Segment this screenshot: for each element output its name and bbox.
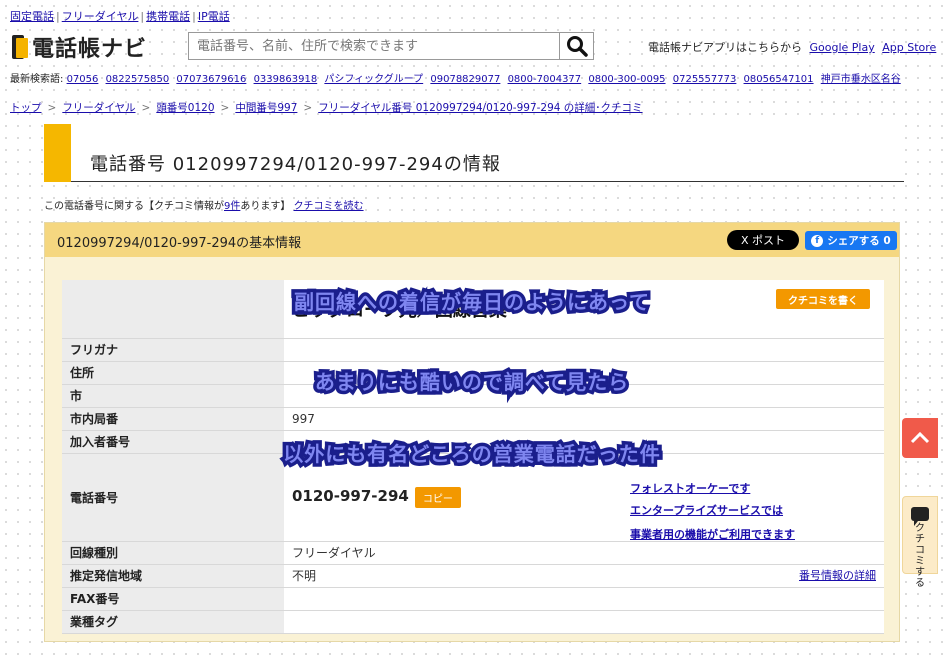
nav-separator: | (192, 10, 196, 23)
read-reviews-link[interactable]: クチコミを読む (294, 201, 364, 212)
nav-separator: | (56, 10, 60, 23)
table-row: FAX番号 (62, 587, 884, 611)
floating-review-label: クチコミする (915, 523, 925, 589)
table-row: 回線種別 フリーダイヤル (62, 541, 884, 565)
overlay-caption-line-3: 以外にも有名どころの営業電話だった件 (280, 439, 663, 470)
nav-separator: | (140, 10, 145, 23)
search-box (188, 32, 560, 60)
breadcrumb-current[interactable]: フリーダイヤル番号 0120997294/0120-997-294 の詳細･クチ… (318, 102, 642, 114)
recent-search-link[interactable]: パシフィックグループ (324, 74, 423, 85)
top-nav: 固定電話 | フリーダイヤル | 携帯電話 | IP電話 (10, 8, 230, 24)
app-download-text: 電話帳ナビアプリはこちらから (648, 41, 802, 54)
breadcrumb-prefix[interactable]: 頭番号0120 (156, 102, 214, 114)
line-type-label: 回線種別 (62, 541, 284, 565)
recent-searches-label: 最新検索語: (10, 74, 64, 85)
exchange-value: 997 (284, 407, 884, 431)
nav-mobile-link[interactable]: 携帯電話 (146, 10, 190, 23)
logo-text: 電話帳ナビ (32, 37, 148, 62)
site-logo[interactable]: 電話帳ナビ (12, 33, 148, 62)
title-accent-bar (44, 124, 71, 182)
table-row: 推定発信地域 不明 番号情報の詳細 (62, 564, 884, 588)
breadcrumb-separator: > (141, 102, 151, 114)
breadcrumb-separator: > (47, 102, 57, 114)
fax-label: FAX番号 (62, 587, 284, 611)
overlay-caption-line-1: 副回線への着信が毎日のようにあって (291, 287, 653, 318)
review-note-text: この電話番号に関する【クチコミ情報が (44, 201, 224, 212)
enterprise-link-2[interactable]: エンタープライズサービスでは (630, 502, 783, 518)
app-store-link[interactable]: App Store (882, 41, 936, 54)
line-type-value: フリーダイヤル (284, 541, 884, 565)
industry-label: 業種タグ (62, 610, 284, 634)
breadcrumb-middle[interactable]: 中間番号997 (235, 102, 297, 114)
enterprise-link-3[interactable]: 事業者用の機能がご利用できます (630, 526, 795, 542)
origin-value: 不明 (292, 569, 317, 583)
search-button[interactable] (560, 32, 594, 60)
copy-tag[interactable]: コピー (414, 486, 461, 508)
table-row: フリガナ (62, 338, 884, 362)
breadcrumb-top[interactable]: トップ (10, 102, 42, 114)
table-row: 市内局番 997 (62, 407, 884, 431)
search-input[interactable] (189, 33, 559, 59)
phone-number: 0120-997-294 (292, 486, 409, 505)
floating-review-button[interactable]: クチコミする (902, 496, 938, 589)
recent-search-link[interactable]: 09078829077 (430, 74, 500, 85)
breadcrumb: トップ > フリーダイヤル > 頭番号0120 > 中間番号997 > フリーダイヤル番号 01… (10, 100, 643, 115)
origin-value-cell: 不明 番号情報の詳細 (284, 564, 884, 588)
nav-freedial-link[interactable]: フリーダイヤル (62, 10, 139, 23)
recent-search-link[interactable]: 0822575850 (106, 74, 170, 85)
x-post-button[interactable]: X ポスト (727, 230, 799, 250)
furigana-value (284, 338, 884, 362)
recent-search-link[interactable]: 07073679616 (176, 74, 246, 85)
comment-bubble-icon (911, 507, 929, 526)
recent-search-link[interactable]: 神戸市垂水区名谷 (821, 74, 901, 85)
recent-search-link[interactable]: 08056547101 (744, 74, 814, 85)
search-icon (566, 36, 588, 57)
fax-value (284, 587, 884, 611)
recent-search-link[interactable]: 07056 (67, 74, 99, 85)
exchange-label: 市内局番 (62, 407, 284, 431)
recent-search-link[interactable]: 0800-300-0095 (588, 74, 665, 85)
review-note: この電話番号に関する【クチコミ情報が9件あります】 クチコミを読む (44, 197, 364, 212)
page-title: 電話番号 0120997294/0120-997-294の情報 (90, 154, 501, 175)
nav-ip-phone-link[interactable]: IP電話 (198, 10, 230, 23)
overlay-caption-line-2: あまりにも酷いので調べて見たら (311, 367, 631, 398)
recent-search-link[interactable]: 0339863918 (254, 74, 318, 85)
recent-searches: 最新検索語: 07056 0822575850 07073679616 0339… (10, 70, 905, 85)
panel-header: 0120997294/0120-997-294の基本情報 X ポスト f シェアす… (45, 223, 899, 257)
app-download-area: 電話帳ナビアプリはこちらから Google Play App Store (648, 39, 936, 55)
breadcrumb-separator: > (303, 102, 313, 114)
furigana-label: フリガナ (62, 338, 284, 362)
breadcrumb-separator: > (220, 102, 230, 114)
panel-title: 0120997294/0120-997-294の基本情報 (57, 236, 302, 251)
enterprise-link-1[interactable]: フォレストオーケーです (630, 480, 750, 496)
nav-landline-link[interactable]: 固定電話 (10, 10, 54, 23)
review-note-text-post: あります】 (240, 201, 291, 212)
table-row: 業種タグ (62, 610, 884, 634)
origin-label: 推定発信地域 (62, 564, 284, 588)
share-label: シェアする 0 (827, 235, 891, 247)
facebook-icon: f (811, 234, 824, 247)
review-count-link[interactable]: 9件 (224, 201, 240, 212)
facebook-share-button[interactable]: f シェアする 0 (805, 231, 897, 250)
page-title-block: 電話番号 0120997294/0120-997-294の情報 (44, 124, 904, 182)
recent-search-link[interactable]: 0800-7004377 (508, 74, 582, 85)
x-post-label: X ポスト (740, 234, 786, 247)
industry-value (284, 610, 884, 634)
google-play-link[interactable]: Google Play (810, 41, 875, 54)
number-detail-link[interactable]: 番号情報の詳細 (799, 567, 876, 583)
recent-search-link[interactable]: 0725557773 (673, 74, 737, 85)
breadcrumb-freedial[interactable]: フリーダイヤル (62, 102, 135, 114)
phonebook-logo-icon (12, 35, 28, 59)
